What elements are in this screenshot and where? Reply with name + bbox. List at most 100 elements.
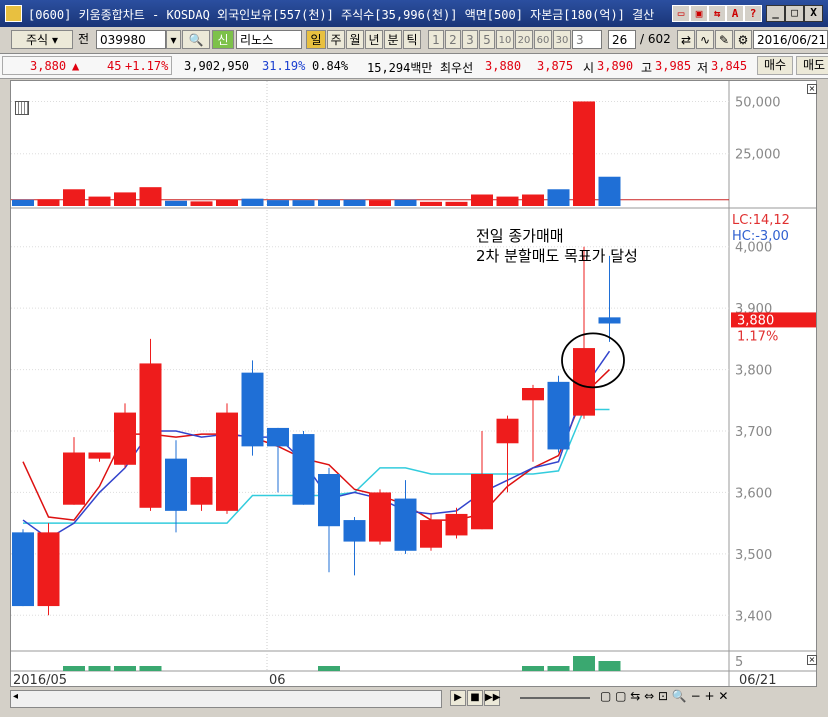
period-number-1[interactable]: 1 <box>428 30 444 49</box>
volume-bar <box>216 199 238 206</box>
search-icon[interactable]: 🔍 <box>182 30 210 49</box>
price-axis-label: 3,500 <box>735 548 772 563</box>
settings-icon[interactable]: ⚙ <box>734 30 752 49</box>
candle-body <box>471 474 493 530</box>
trade-amount: 15,294백만 <box>367 61 433 75</box>
period-number-60[interactable]: 60 <box>534 30 552 49</box>
stock-name-field[interactable]: 리노스 <box>236 30 302 49</box>
candle-body <box>522 388 544 401</box>
tools-icon[interactable]: ⇆ <box>708 5 726 22</box>
title-bar: [0600] 키움종합차트 - KOSDAQ 외국인보유[557(천)] 주식수… <box>0 0 828 27</box>
candle-body <box>496 418 519 444</box>
period-tab-year[interactable]: 년 <box>365 30 383 49</box>
candle-body <box>63 452 85 505</box>
indicator-icon[interactable]: ∿ <box>696 30 714 49</box>
candle-body <box>420 520 442 548</box>
maximize-icon[interactable]: □ <box>785 5 804 22</box>
period-custom-input[interactable]: 3 <box>572 30 602 49</box>
period-number-10[interactable]: 10 <box>496 30 514 49</box>
candlestick-chart[interactable]: 50,00025,000 4,0003,9003,8003,7003,6003,… <box>11 81 816 688</box>
candle-body <box>88 452 111 459</box>
candle-body <box>37 532 60 607</box>
date-label: 06 <box>269 673 286 686</box>
candle-body <box>139 363 162 508</box>
code-dropdown-icon[interactable]: ▾ <box>166 30 181 49</box>
volume-bar <box>573 101 595 206</box>
chart-tools-icons[interactable]: ▢ ▢ ⇆ ⇔ ⊡ 🔍 − + ✕ <box>600 689 728 703</box>
ma-line-red <box>22 369 611 521</box>
best-quote-label: 최우선 <box>440 61 474 75</box>
quote-bar: 3,880 ▲ 45 +1.17% 3,902,950 31.19% 0.84%… <box>0 54 828 79</box>
help-icon[interactable]: ? <box>744 5 762 22</box>
font-icon[interactable]: A <box>726 5 744 22</box>
date-label: 2016/05 <box>13 673 67 686</box>
sub-indicator-bar <box>139 666 162 671</box>
stock-code-input[interactable]: 039980 <box>96 30 166 49</box>
toolbar: 주식 ▾ 전 039980 ▾ 🔍 신 리노스 일 주 월 년 분 틱 1 2 … <box>0 27 828 54</box>
sub-axis-label: 5 <box>735 655 743 670</box>
scroll-left-icon[interactable]: ◂ <box>13 691 18 702</box>
sell-button[interactable]: 매도 <box>796 56 828 75</box>
buy-button[interactable]: 매수 <box>757 56 793 75</box>
panel-close-icon[interactable]: × <box>807 84 817 94</box>
chart-grid <box>11 81 816 686</box>
ma-line-blue <box>22 350 611 540</box>
forward-icon[interactable]: ▶▶ <box>484 690 500 706</box>
period-tab-tick[interactable]: 틱 <box>403 30 421 49</box>
ma-line-cyan <box>23 408 610 524</box>
candle-body <box>114 412 136 465</box>
price-axis-label: 3,600 <box>735 486 772 501</box>
volume-bar <box>190 201 213 206</box>
minimize-icon[interactable]: _ <box>766 5 785 22</box>
candle-body <box>267 427 289 447</box>
open-price: 3,890 <box>597 59 634 73</box>
best-ask: 3,880 <box>485 59 522 73</box>
turnover-ratio: 0.84% <box>312 59 349 73</box>
price-change: 45 <box>107 59 122 73</box>
link-icon[interactable]: ▭ <box>672 5 690 22</box>
candle-body <box>165 458 187 511</box>
hc-label: HC:-3,00 <box>732 229 789 244</box>
candle-body <box>445 513 468 536</box>
date-field[interactable]: 2016/06/21 <box>753 30 828 49</box>
low-price: 3,845 <box>711 59 748 73</box>
window-title: [0600] 키움종합차트 - KOSDAQ 외국인보유[557(천)] 주식수… <box>28 8 655 22</box>
candle-body <box>190 477 213 505</box>
volume-bar <box>267 200 289 206</box>
count-input[interactable]: 26 <box>608 30 636 49</box>
period-number-30[interactable]: 30 <box>553 30 571 49</box>
app-icon <box>5 5 22 22</box>
market-select[interactable]: 주식 ▾ <box>11 30 73 49</box>
period-number-20[interactable]: 20 <box>515 30 533 49</box>
order-icon[interactable]: ⇄ <box>677 30 695 49</box>
candle-body <box>598 317 621 324</box>
price-axis-label: 3,800 <box>735 364 772 379</box>
volume-axis-label: 50,000 <box>735 95 781 110</box>
volume-bar <box>598 176 621 206</box>
stop-icon[interactable]: ■ <box>467 690 483 706</box>
period-tab-week[interactable]: 주 <box>327 30 345 49</box>
prev-label: 전 <box>78 32 90 46</box>
lc-label: LC:14,12 <box>732 213 790 228</box>
period-number-3[interactable]: 3 <box>462 30 478 49</box>
volume-bar <box>37 199 60 206</box>
chart-area[interactable]: 50,000 25,000 4,000 3,900 3,800 3,700 3,600 3,… <box>10 80 817 688</box>
zoom-slider[interactable] <box>520 697 590 699</box>
sub-indicator-bar <box>88 666 111 671</box>
volume-axis-label: 25,000 <box>735 148 781 163</box>
period-number-2[interactable]: 2 <box>445 30 461 49</box>
sub-panel-close-icon[interactable]: × <box>807 655 817 665</box>
date-label: 06/21 <box>739 673 776 686</box>
period-tab-minute[interactable]: 분 <box>384 30 402 49</box>
grid-toggle-icon[interactable] <box>15 101 29 115</box>
horizontal-scrollbar[interactable]: ◂ <box>10 690 442 708</box>
volume-bar <box>394 199 417 206</box>
window-tile-icon[interactable]: ▣ <box>690 5 708 22</box>
period-tab-day[interactable]: 일 <box>306 30 326 49</box>
period-tab-month[interactable]: 월 <box>346 30 364 49</box>
volume-bar <box>114 192 136 206</box>
play-icon[interactable]: ▶ <box>450 690 466 706</box>
period-number-5[interactable]: 5 <box>479 30 495 49</box>
draw-icon[interactable]: ✎ <box>715 30 733 49</box>
close-icon[interactable]: X <box>804 5 823 22</box>
